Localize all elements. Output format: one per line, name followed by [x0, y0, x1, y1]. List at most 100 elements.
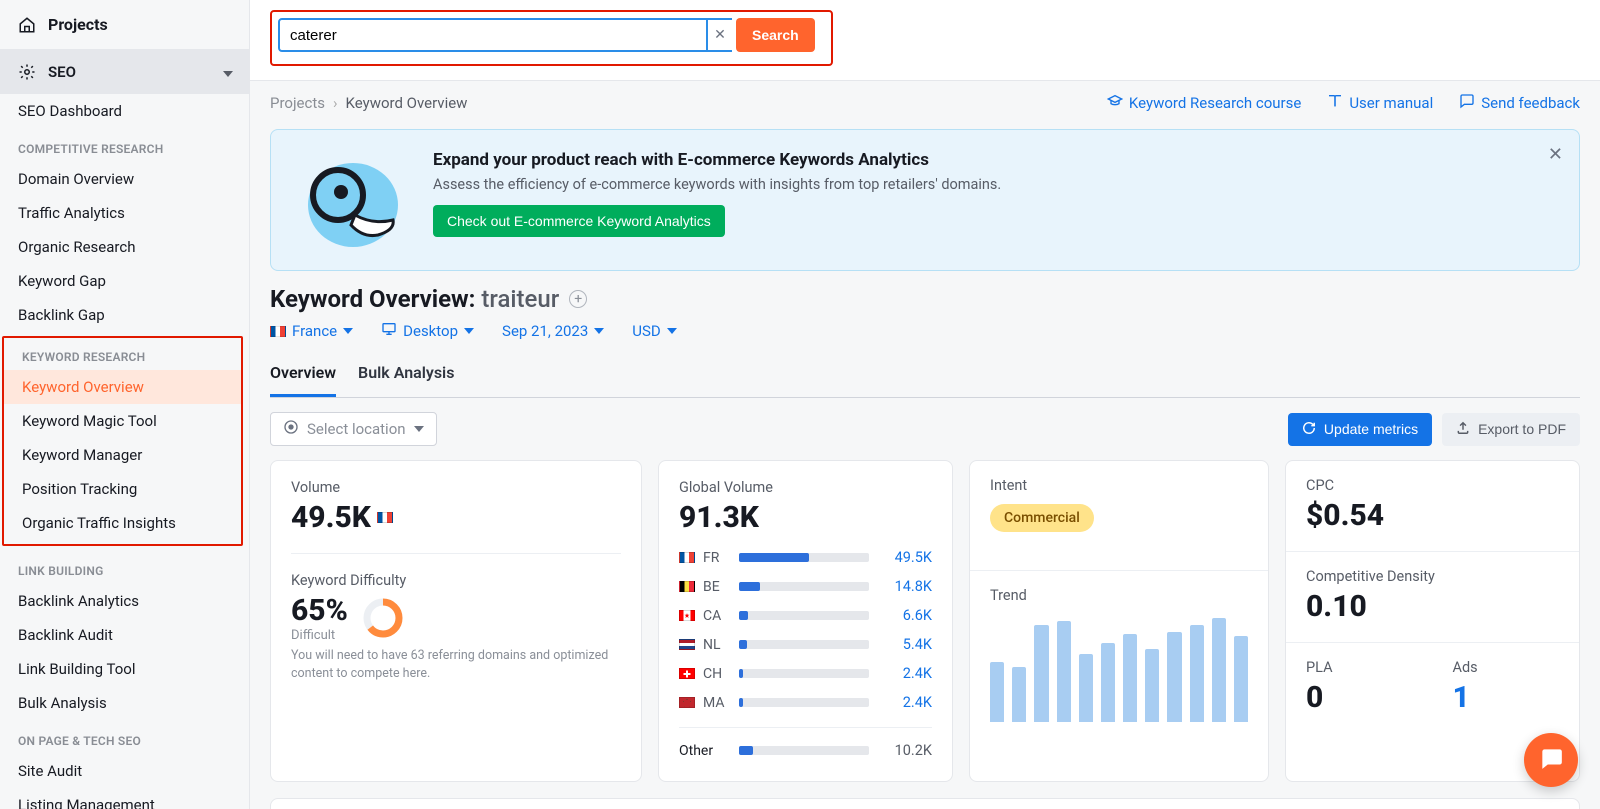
cpc-value: $0.54: [1306, 498, 1559, 533]
cd-value: 0.10: [1306, 589, 1559, 624]
gv-country-value: 5.4K: [882, 636, 932, 653]
sidebar-group-keyword: KEYWORD RESEARCH: [4, 342, 241, 370]
flag-ma-icon: [679, 697, 695, 708]
sidebar-item-keyword-magic-tool[interactable]: Keyword Magic Tool: [4, 404, 241, 438]
sidebar-item-domain-overview[interactable]: Domain Overview: [0, 162, 249, 196]
search-row: ✕ Search: [250, 0, 1600, 81]
chevron-down-icon: [667, 328, 677, 334]
gv-row: BE 14.8K: [679, 572, 932, 601]
close-notice-button[interactable]: ✕: [1548, 144, 1563, 165]
chevron-down-icon: [223, 63, 233, 81]
link-user-manual[interactable]: User manual: [1327, 93, 1433, 113]
kd-value: 65%: [291, 593, 348, 628]
sidebar-item-listing-management[interactable]: Listing Management: [0, 788, 249, 809]
gv-country-value: 2.4K: [882, 694, 932, 711]
sidebar-item-backlink-audit[interactable]: Backlink Audit: [0, 618, 249, 652]
location-placeholder: Select location: [307, 420, 406, 438]
sidebar: Projects SEO SEO Dashboard COMPETITIVE R…: [0, 0, 250, 809]
sidebar-seo[interactable]: SEO: [0, 50, 249, 94]
sidebar-item-keyword-overview[interactable]: Keyword Overview: [4, 370, 241, 404]
flag-france-icon: [377, 512, 393, 523]
breadcrumbs: Projects › Keyword Overview: [270, 94, 467, 112]
sidebar-item-keyword-manager[interactable]: Keyword Manager: [4, 438, 241, 472]
highlight-box-search: ✕ Search: [270, 10, 833, 66]
trend-bar: [1012, 667, 1026, 722]
trend-label: Trend: [990, 587, 1248, 604]
tab-overview[interactable]: Overview: [270, 355, 336, 397]
sidebar-top-projects[interactable]: Projects: [0, 0, 249, 50]
clear-search-button[interactable]: ✕: [708, 18, 732, 52]
sidebar-item-bulk-analysis[interactable]: Bulk Analysis: [0, 686, 249, 720]
main: ✕ Search Projects › Keyword Overview Key…: [250, 0, 1600, 809]
update-metrics-button[interactable]: Update metrics: [1288, 413, 1432, 446]
notice-title: Expand your product reach with E-commerc…: [433, 150, 1001, 170]
cpc-label: CPC: [1306, 477, 1559, 494]
page-title: Keyword Overview: traiteur: [270, 285, 559, 313]
gv-country-value: 2.4K: [882, 665, 932, 682]
gv-country-value: 14.8K: [882, 578, 932, 595]
card-volume: Volume 49.5K Keyword Difficulty 65% Diff…: [270, 460, 642, 782]
notice-banner: ✕ Expand your product reach with E-comme…: [270, 129, 1580, 271]
gv-country-value: 49.5K: [882, 549, 932, 566]
ads-value[interactable]: 1: [1453, 680, 1560, 715]
page-title-keyword: traiteur: [481, 285, 559, 313]
chat-icon: [1459, 93, 1475, 113]
trend-bar: [1167, 632, 1181, 722]
sidebar-item-site-audit[interactable]: Site Audit: [0, 754, 249, 788]
gv-label: Global Volume: [679, 479, 932, 496]
search-button[interactable]: Search: [736, 18, 815, 52]
sidebar-item-link-building-tool[interactable]: Link Building Tool: [0, 652, 249, 686]
pla-value: 0: [1306, 680, 1413, 715]
home-icon: [18, 16, 36, 34]
filter-device[interactable]: Desktop: [381, 321, 474, 341]
filter-date[interactable]: Sep 21, 2023: [502, 321, 604, 341]
link-keyword-research-course[interactable]: Keyword Research course: [1107, 93, 1301, 113]
tab-bulk-analysis[interactable]: Bulk Analysis: [358, 355, 454, 397]
sidebar-group-competitive: COMPETITIVE RESEARCH: [0, 128, 249, 162]
kd-donut-icon: [362, 597, 404, 639]
trend-bar: [1145, 649, 1159, 722]
sidebar-item-traffic-analytics[interactable]: Traffic Analytics: [0, 196, 249, 230]
sidebar-item-organic-research[interactable]: Organic Research: [0, 230, 249, 264]
trend-bar: [1079, 654, 1093, 722]
trend-bar: [1212, 618, 1226, 723]
sidebar-item-organic-traffic-insights[interactable]: Organic Traffic Insights: [4, 506, 241, 540]
sidebar-item-seo-dashboard[interactable]: SEO Dashboard: [0, 94, 249, 128]
notice-cta-button[interactable]: Check out E-commerce Keyword Analytics: [433, 205, 725, 237]
chat-fab[interactable]: [1524, 733, 1578, 787]
book-icon: [1327, 93, 1343, 113]
add-keyword-button[interactable]: +: [569, 290, 587, 308]
chevron-down-icon: [594, 328, 604, 334]
graduation-cap-icon: [1107, 93, 1123, 113]
sidebar-item-keyword-gap[interactable]: Keyword Gap: [0, 264, 249, 298]
sidebar-item-backlink-gap[interactable]: Backlink Gap: [0, 298, 249, 332]
gv-value: 91.3K: [679, 500, 932, 535]
location-select[interactable]: Select location: [270, 412, 437, 446]
link-send-feedback[interactable]: Send feedback: [1459, 93, 1580, 113]
sidebar-item-position-tracking[interactable]: Position Tracking: [4, 472, 241, 506]
card-cpc: CPC $0.54 Competitive Density 0.10 PLA 0…: [1285, 460, 1580, 782]
volume-value: 49.5K: [291, 500, 371, 535]
gv-row: MA 2.4K: [679, 688, 932, 717]
trend-bar: [1101, 643, 1115, 722]
gv-other-label: Other: [679, 743, 729, 759]
flag-be-icon: [679, 581, 695, 592]
card-global-volume: Global Volume 91.3K FR 49.5K BE 14.8K CA…: [658, 460, 953, 782]
kd-note: You will need to have 63 referring domai…: [291, 647, 621, 682]
flag-nl-icon: [679, 639, 695, 650]
kd-label: Keyword Difficulty: [291, 572, 621, 589]
filter-currency[interactable]: USD: [632, 321, 676, 341]
gv-country-code: BE: [703, 579, 729, 595]
sidebar-item-backlink-analytics[interactable]: Backlink Analytics: [0, 584, 249, 618]
gv-country-code: CA: [703, 608, 729, 624]
export-pdf-button[interactable]: Export to PDF: [1442, 413, 1580, 446]
breadcrumb-projects[interactable]: Projects: [270, 94, 325, 112]
filter-country[interactable]: France: [270, 321, 353, 341]
highlight-box-keyword-research: KEYWORD RESEARCH Keyword Overview Keywor…: [2, 336, 243, 546]
search-input[interactable]: [278, 18, 708, 52]
trend-bar: [1057, 621, 1071, 722]
gv-country-value: 6.6K: [882, 607, 932, 624]
kd-word: Difficult: [291, 628, 348, 643]
notice-text: Assess the efficiency of e-commerce keyw…: [433, 176, 1001, 193]
gv-other-value: 10.2K: [882, 742, 932, 759]
